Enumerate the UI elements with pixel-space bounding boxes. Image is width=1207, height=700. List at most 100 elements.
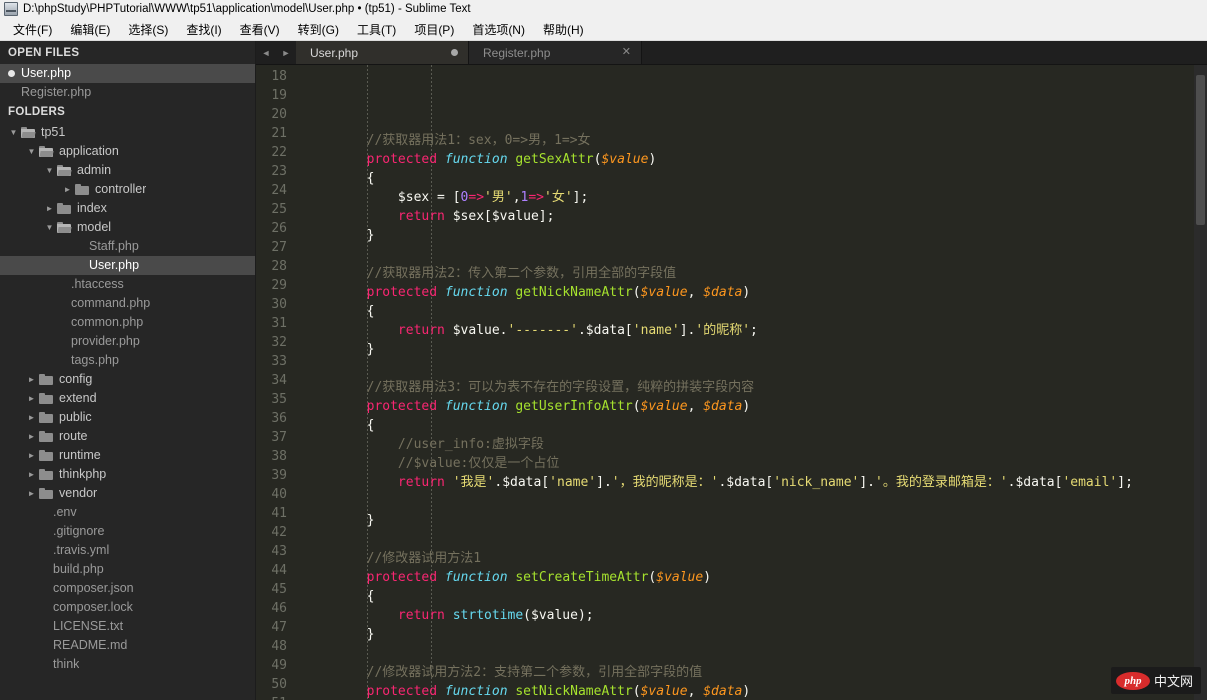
tree-file-item[interactable]: composer.json — [0, 579, 255, 598]
menu-item-8[interactable]: 项目(P) — [405, 19, 463, 40]
editor-tab[interactable]: Register.php ✕ — [469, 41, 642, 64]
tree-file-item[interactable]: common.php — [0, 313, 255, 332]
code-line[interactable]: { — [296, 302, 1207, 321]
tree-file-item[interactable]: tags.php — [0, 351, 255, 370]
code-line[interactable]: protected function getUserInfoAttr($valu… — [296, 397, 1207, 416]
code-line[interactable]: //修改器试用方法1 — [296, 549, 1207, 568]
code-line[interactable]: protected function setNickNameAttr($valu… — [296, 682, 1207, 700]
tree-file-item[interactable]: Staff.php — [0, 237, 255, 256]
code-line[interactable]: protected function getNickNameAttr($valu… — [296, 283, 1207, 302]
menu-item-6[interactable]: 转到(G) — [289, 19, 348, 40]
code-line[interactable] — [296, 245, 1207, 264]
tree-folder-item[interactable]: ► config — [0, 370, 255, 389]
tree-file-item[interactable]: build.php — [0, 560, 255, 579]
code-token: $value — [656, 570, 704, 585]
php-logo-icon: php — [1116, 671, 1150, 690]
tree-folder-item[interactable]: ► runtime — [0, 446, 255, 465]
tree-file-item[interactable]: README.md — [0, 636, 255, 655]
menu-item-3[interactable]: 选择(S) — [119, 19, 177, 40]
chevron-down-icon[interactable]: ▼ — [44, 161, 55, 180]
tree-folder-item[interactable]: ▼ model — [0, 218, 255, 237]
code-line[interactable] — [296, 644, 1207, 663]
code-line[interactable]: return '我是'.$data['name'].'，我的昵称是：'.$dat… — [296, 473, 1207, 492]
chevron-right-icon[interactable]: ► — [26, 408, 37, 427]
tree-folder-item[interactable]: ▼ application — [0, 142, 255, 161]
open-file-item[interactable]: User.php — [0, 64, 255, 83]
chevron-right-icon[interactable]: ► — [26, 446, 37, 465]
tree-folder-item[interactable]: ► extend — [0, 389, 255, 408]
code-line[interactable]: } — [296, 511, 1207, 530]
tree-file-item[interactable]: .travis.yml — [0, 541, 255, 560]
code-line[interactable]: protected function setCreateTimeAttr($va… — [296, 568, 1207, 587]
tree-folder-item[interactable]: ▼ tp51 — [0, 123, 255, 142]
code-line[interactable]: } — [296, 340, 1207, 359]
chevron-left-icon[interactable]: ◄ — [261, 48, 272, 58]
open-file-item[interactable]: Register.php — [0, 83, 255, 102]
chevron-right-icon[interactable]: ► — [62, 180, 73, 199]
code-line[interactable]: $sex = [0=>'男',1=>'女']; — [296, 188, 1207, 207]
chevron-right-icon[interactable]: ► — [26, 484, 37, 503]
code-line[interactable] — [296, 530, 1207, 549]
code-line[interactable]: //$value:仅仅是一个占位 — [296, 454, 1207, 473]
code-line[interactable]: } — [296, 625, 1207, 644]
tree-file-item[interactable]: provider.php — [0, 332, 255, 351]
code-line[interactable]: return $sex[$value]; — [296, 207, 1207, 226]
chevron-right-icon[interactable]: ► — [26, 427, 37, 446]
menu-item-4[interactable]: 查找(I) — [177, 19, 230, 40]
chevron-right-icon[interactable]: ► — [26, 370, 37, 389]
chevron-down-icon[interactable]: ▼ — [8, 123, 19, 142]
code-line[interactable]: { — [296, 416, 1207, 435]
code-line[interactable]: //修改器试用方法2：支持第二个参数，引用全部字段的值 — [296, 663, 1207, 682]
chevron-right-icon[interactable]: ► — [44, 199, 55, 218]
tree-folder-item[interactable]: ► route — [0, 427, 255, 446]
code-line[interactable]: //获取器用法1：sex，0=>男，1=>女 — [296, 131, 1207, 150]
menu-item-9[interactable]: 首选项(N) — [463, 19, 534, 40]
editor-vertical-scrollbar[interactable] — [1194, 65, 1207, 700]
code-line[interactable]: protected function getSexAttr($value) — [296, 150, 1207, 169]
menu-item-7[interactable]: 工具(T) — [348, 19, 405, 40]
tree-file-item[interactable]: User.php — [0, 256, 255, 275]
tree-file-item[interactable]: think — [0, 655, 255, 674]
code-line[interactable]: { — [296, 169, 1207, 188]
tree-file-item[interactable]: command.php — [0, 294, 255, 313]
line-number: 25 — [271, 202, 287, 217]
tree-folder-item[interactable]: ► controller — [0, 180, 255, 199]
tree-folder-item[interactable]: ▼ admin — [0, 161, 255, 180]
line-number: 48 — [271, 639, 287, 654]
code-line[interactable] — [296, 492, 1207, 511]
code-line[interactable]: } — [296, 226, 1207, 245]
editor-tab[interactable]: User.php — [296, 41, 469, 64]
menu-item-10[interactable]: 帮助(H) — [534, 19, 593, 40]
sidebar-scrollbar[interactable] — [247, 59, 255, 700]
code-line[interactable]: //user_info:虚拟字段 — [296, 435, 1207, 454]
chevron-right-icon[interactable]: ► — [26, 389, 37, 408]
tree-file-item[interactable]: .gitignore — [0, 522, 255, 541]
editor-pane: ◄ ► User.php Register.php ✕ 18 19 20 21 22 23 24… — [256, 41, 1207, 700]
menu-item-2[interactable]: 编辑(E) — [61, 19, 119, 40]
chevron-right-icon[interactable]: ► — [26, 465, 37, 484]
tab-unsaved-dot-icon[interactable] — [451, 49, 458, 56]
code-line[interactable]: return $value.'-------'.$data['name'].'的… — [296, 321, 1207, 340]
chevron-right-icon[interactable]: ► — [281, 48, 292, 58]
code-line[interactable]: //获取器用法3：可以为表不存在的字段设置，纯粹的拼装字段内容 — [296, 378, 1207, 397]
scrollbar-thumb[interactable] — [1196, 75, 1205, 225]
tree-file-item[interactable]: composer.lock — [0, 598, 255, 617]
code-line[interactable]: //获取器用法2：传入第二个参数，引用全部的字段值 — [296, 264, 1207, 283]
tab-close-icon[interactable]: ✕ — [622, 47, 631, 58]
code-line[interactable]: { — [296, 587, 1207, 606]
menu-item-1[interactable]: 文件(F) — [4, 19, 61, 40]
tree-file-item[interactable]: .env — [0, 503, 255, 522]
code-line[interactable] — [296, 112, 1207, 131]
tree-folder-item[interactable]: ► vendor — [0, 484, 255, 503]
code-line[interactable] — [296, 359, 1207, 378]
tree-folder-item[interactable]: ► public — [0, 408, 255, 427]
menu-item-5[interactable]: 查看(V) — [231, 19, 289, 40]
tree-folder-item[interactable]: ► thinkphp — [0, 465, 255, 484]
tree-file-item[interactable]: .htaccess — [0, 275, 255, 294]
code-content[interactable]: //获取器用法1：sex，0=>男，1=>女 protected functio… — [296, 65, 1207, 700]
tree-folder-item[interactable]: ► index — [0, 199, 255, 218]
code-line[interactable]: return strtotime($value); — [296, 606, 1207, 625]
chevron-down-icon[interactable]: ▼ — [44, 218, 55, 237]
chevron-down-icon[interactable]: ▼ — [26, 142, 37, 161]
tree-file-item[interactable]: LICENSE.txt — [0, 617, 255, 636]
